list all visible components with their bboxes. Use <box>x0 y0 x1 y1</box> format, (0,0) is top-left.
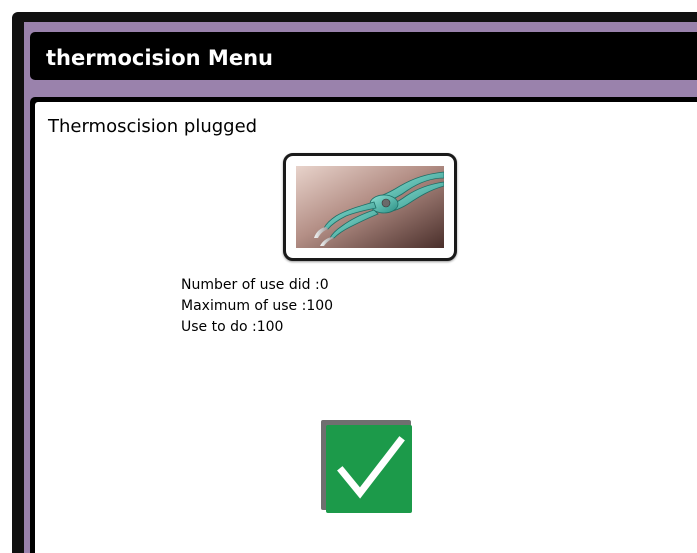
window-title: thermocision Menu <box>46 46 273 70</box>
usage-info: Number of use did :0 Maximum of use :100… <box>181 275 333 338</box>
checkmark-icon <box>337 436 405 499</box>
confirm-button[interactable] <box>321 420 414 513</box>
thermocision-forceps-icon <box>296 166 444 248</box>
confirm-button-face <box>326 425 412 513</box>
title-bar: thermocision Menu <box>30 32 697 80</box>
status-text: Thermoscision plugged <box>48 116 258 137</box>
number-of-use-did: Number of use did :0 <box>181 277 329 293</box>
content-panel: Thermoscision plugged Number of use did … <box>35 102 697 553</box>
instrument-image-frame <box>283 153 457 261</box>
use-to-do: Use to do :100 <box>181 319 284 335</box>
maximum-of-use: Maximum of use :100 <box>181 298 334 314</box>
